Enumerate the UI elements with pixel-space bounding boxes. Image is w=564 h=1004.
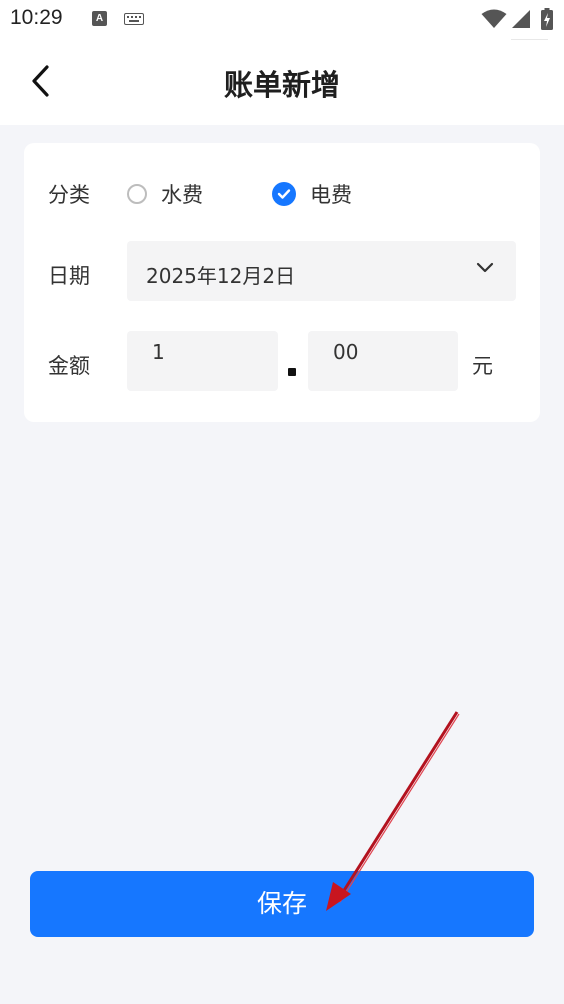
radio-water-fee[interactable]: 水费 bbox=[127, 179, 203, 209]
wifi-icon bbox=[481, 9, 507, 28]
save-button[interactable]: 保存 bbox=[30, 871, 534, 937]
signal-icon bbox=[512, 10, 530, 28]
status-bar: 10:29 A bbox=[0, 0, 564, 40]
page-title: 账单新增 bbox=[223, 68, 340, 102]
radio-electricity-fee-label: 电费 bbox=[310, 183, 352, 207]
form-card: 分类 水费 电费 日期 2025年12月2日 金额 元 bbox=[24, 143, 540, 422]
radio-electricity-fee[interactable]: 电费 bbox=[272, 179, 352, 209]
keyboard-icon bbox=[124, 13, 144, 25]
amount-decimal-input[interactable] bbox=[308, 331, 458, 391]
chevron-down-icon bbox=[476, 262, 494, 273]
app-header: 账单新增 bbox=[0, 40, 564, 125]
radio-unchecked-icon bbox=[127, 184, 147, 204]
status-time: 10:29 bbox=[10, 6, 63, 29]
a-notification-icon: A bbox=[92, 11, 107, 26]
date-value: 2025年12月2日 bbox=[146, 264, 296, 288]
amount-unit-label: 元 bbox=[472, 354, 493, 378]
battery-charging-icon bbox=[541, 8, 553, 30]
date-select[interactable]: 2025年12月2日 bbox=[127, 241, 516, 301]
radio-water-fee-label: 水费 bbox=[161, 183, 203, 207]
decimal-separator bbox=[288, 368, 296, 376]
amount-label: 金额 bbox=[48, 354, 90, 378]
category-label: 分类 bbox=[48, 183, 90, 207]
radio-checked-icon bbox=[272, 182, 296, 206]
date-label: 日期 bbox=[48, 264, 90, 288]
amount-integer-input[interactable] bbox=[127, 331, 278, 391]
